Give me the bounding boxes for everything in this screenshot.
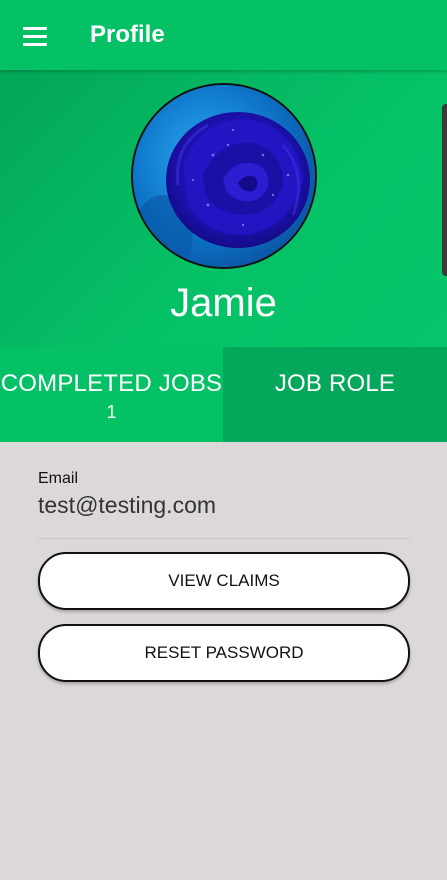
view-claims-button[interactable]: VIEW CLAIMS <box>38 552 410 610</box>
divider <box>38 538 410 539</box>
reset-password-button[interactable]: RESET PASSWORD <box>38 624 410 682</box>
blue-rose-avatar <box>133 85 315 267</box>
edge-panel-handle[interactable] <box>442 104 447 276</box>
email-label: Email <box>38 470 79 487</box>
email-value: test@testing.com <box>38 492 217 518</box>
stats-row: COMPLETED JOBS 1 JOB ROLE <box>0 347 447 442</box>
job-role-label: JOB ROLE <box>274 370 396 397</box>
hamburger-menu-icon[interactable] <box>16 20 54 52</box>
profile-header: Jamie <box>0 70 447 347</box>
completed-jobs-label: COMPLETED JOBS <box>0 370 223 397</box>
app-bar: Profile <box>0 0 447 70</box>
avatar <box>131 83 317 269</box>
page-title: Profile <box>90 21 165 48</box>
completed-jobs-value: 1 <box>106 402 117 422</box>
menu-line <box>23 26 47 30</box>
menu-line <box>23 42 47 46</box>
completed-jobs-tile: COMPLETED JOBS 1 <box>0 347 223 442</box>
menu-line <box>23 34 47 38</box>
profile-name: Jamie <box>170 281 277 325</box>
job-role-tile: JOB ROLE <box>223 347 447 442</box>
